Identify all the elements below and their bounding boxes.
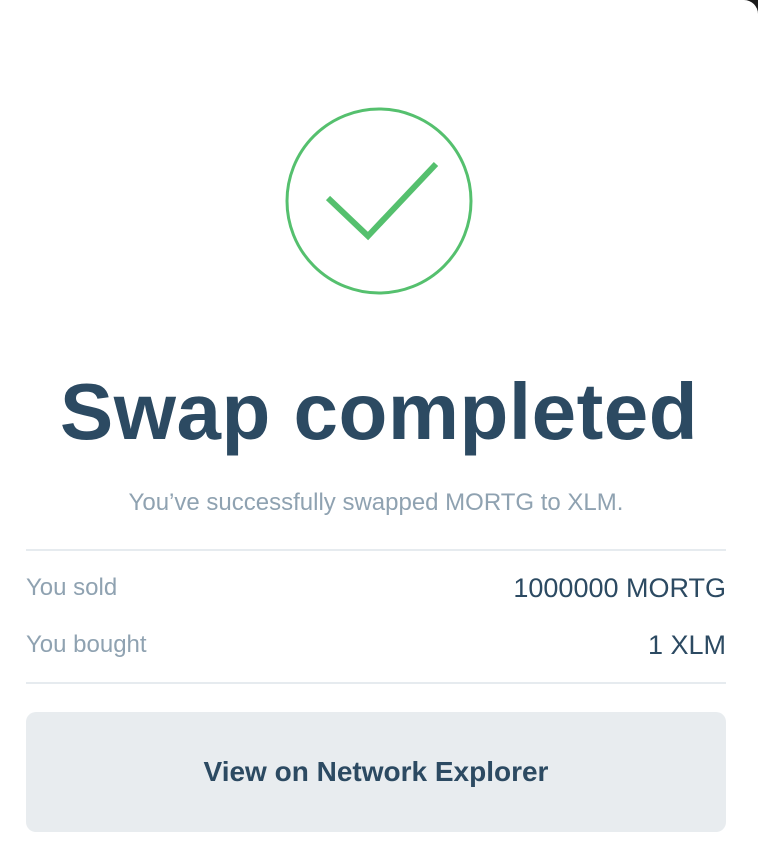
bought-label: You bought: [26, 631, 147, 658]
sold-label: You sold: [26, 574, 118, 601]
sold-row: You sold 1000000 MORTG: [26, 570, 726, 606]
view-on-network-explorer-button[interactable]: View on Network Explorer: [26, 712, 726, 832]
divider: [26, 549, 726, 551]
swap-result-card: Swap completed You’ve successfully swapp…: [0, 0, 758, 841]
bought-row: You bought 1 XLM: [26, 627, 726, 663]
divider: [26, 682, 726, 684]
page-title: Swap completed: [59, 367, 699, 456]
success-message: You’ve successfully swapped MORTG to XLM…: [128, 489, 624, 516]
bought-value: 1 XLM: [647, 630, 726, 660]
checkmark-circle-icon: [284, 106, 474, 296]
sold-value: 1000000 MORTG: [513, 573, 726, 603]
